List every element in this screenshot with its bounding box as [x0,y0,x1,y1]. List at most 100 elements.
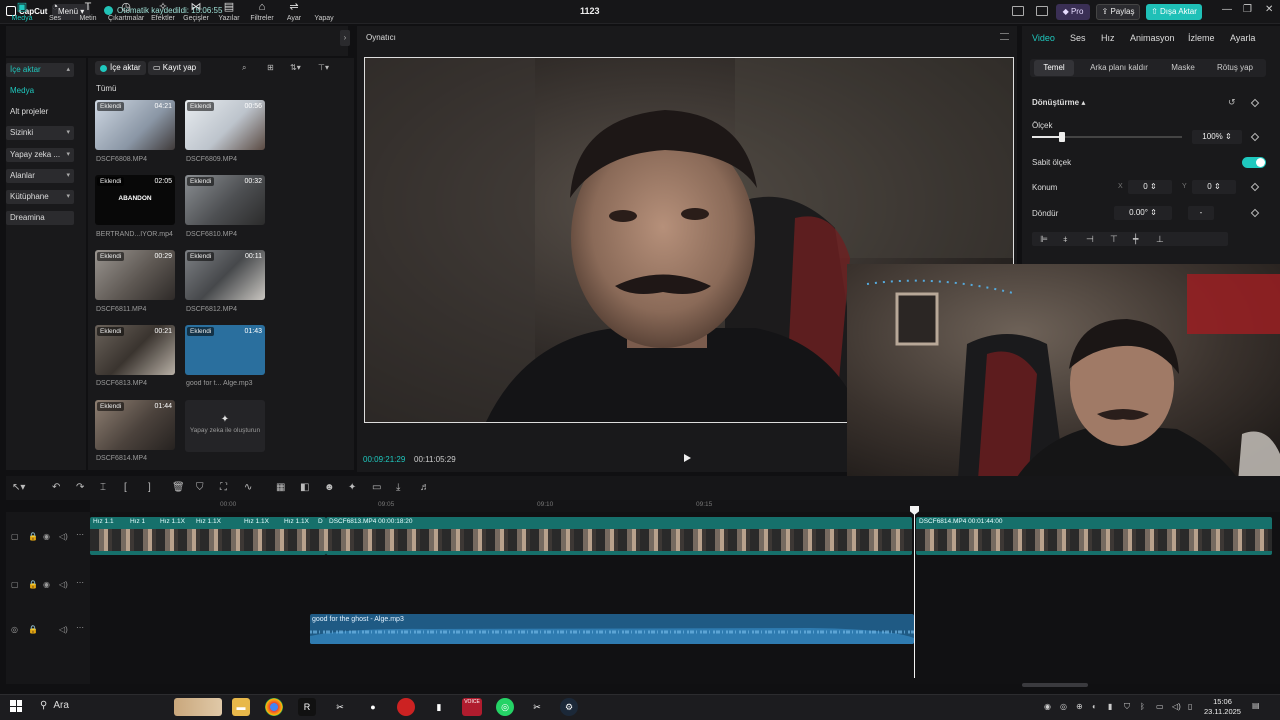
tab-filters[interactable]: ⌂ Filtreler [247,2,277,23]
mute-icon[interactable]: ◁) [59,580,68,589]
project-name[interactable]: 1123 [580,6,600,16]
export-button[interactable]: ⇧ Dışa Aktar [1146,4,1202,20]
marker-icon[interactable]: ⛉ [196,482,204,493]
media-item[interactable]: Eklendi 00:56 [185,100,265,150]
uniform-scale-toggle[interactable] [1242,157,1266,168]
ai-generate-button[interactable]: ✦ Yapay zeka ile oluşturun [185,400,265,452]
subtab-retouch[interactable]: Rötuş yap [1210,60,1260,76]
tab-animation[interactable]: Animasyon [1130,33,1175,43]
tab-tracking[interactable]: İzleme [1188,33,1215,43]
mirror-icon[interactable]: ◧ [300,482,309,493]
view-toggle-icon[interactable]: ⊞ [267,63,274,72]
rotate-flip-button[interactable]: - [1188,206,1214,220]
ai-audio-icon[interactable]: ♬ [420,482,430,493]
pro-button[interactable]: ◆ Pro [1056,4,1090,20]
shortcut-icon[interactable] [1036,6,1048,16]
align-center-v-icon[interactable]: ┿ [1133,234,1138,245]
media-item[interactable]: Eklendi 00:32 [185,175,265,225]
nav-yours[interactable]: Sizinki ▾ [6,126,74,140]
search-icon[interactable]: ⌕ [242,63,246,73]
split-icon[interactable]: ⌶ [100,482,106,493]
magic-icon[interactable]: ✦ [348,482,356,493]
scale-slider-handle[interactable] [1059,132,1065,142]
tray-icon[interactable]: ◐ [1092,702,1097,711]
maximize-icon[interactable]: ❐ [1243,4,1252,15]
bluetooth-icon[interactable]: ᛒ [1140,702,1145,711]
timeline-scrollbar[interactable] [1022,683,1088,687]
redo-icon[interactable]: ↷ [76,482,84,493]
close-icon[interactable]: ✕ [1265,4,1273,15]
nav-media[interactable]: Medya [6,84,74,98]
nav-dreamina[interactable]: Dreamina [6,211,74,225]
record-button[interactable]: ▭ Kayıt yap [148,61,202,75]
align-top-icon[interactable]: ⊤ [1110,234,1118,245]
media-item-audio[interactable]: Eklendi 01:43 [185,325,265,375]
notification-icon[interactable]: ▤ [1252,701,1260,710]
mic-stand-icon[interactable]: ▮ [430,698,448,716]
delete-icon[interactable]: 🗑 [172,482,185,493]
media-item[interactable]: Eklendi 00:11 [185,250,265,300]
media-item[interactable]: Eklendi 04:21 [95,100,175,150]
filter-icon[interactable]: ⊤▾ [318,63,329,72]
media-item[interactable]: Eklendi 01:44 [95,400,175,450]
capcut-icon[interactable]: ✂ [528,698,546,716]
undo-icon[interactable]: ↶ [52,482,60,493]
layout-icon[interactable] [1012,6,1024,16]
share-button[interactable]: ⇪ Paylaş [1096,4,1140,20]
tab-audio-props[interactable]: Ses [1070,33,1086,43]
nav-library[interactable]: Kütüphane ▾ [6,190,74,204]
media-item[interactable]: Eklendi 02:05 ABANDON [95,175,175,225]
tray-icon[interactable]: ⊕ [1076,702,1083,711]
pos-x-field[interactable]: 0 ⇕ [1128,180,1172,194]
chrome-icon[interactable] [265,698,283,716]
tab-captions[interactable]: ▤ Yazılar [214,2,244,23]
mute-icon[interactable]: ◁) [59,532,68,541]
more-icon[interactable]: ⋯ [76,623,84,632]
person-icon[interactable]: ☻ [324,482,335,493]
steam-icon[interactable]: ⚙ [560,698,578,716]
lock-icon[interactable]: 🔒 [28,532,38,541]
split-right-icon[interactable]: ] [148,482,151,493]
more-icon[interactable]: ⋯ [76,578,84,587]
eye-icon[interactable]: ◉ [43,580,50,589]
tray-icon[interactable]: ◎ [1060,702,1067,711]
minimize-icon[interactable]: — [1222,4,1232,15]
timeline-ruler[interactable] [90,500,1280,512]
mic-app-icon[interactable]: ● [364,698,382,716]
playhead[interactable] [914,508,915,678]
tab-text[interactable]: T Metin [73,2,103,23]
lock-icon[interactable]: 🔒 [28,580,38,589]
caption-icon[interactable]: ▭ [372,482,381,493]
volume-icon[interactable]: ◁) [1172,702,1181,711]
tab-audio[interactable]: ◔ Ses [40,2,70,23]
widgets-icon[interactable] [174,698,222,716]
security-icon[interactable]: ⛉ [1124,702,1130,712]
transform-section-title[interactable]: Dönüştürme ▴ [1032,98,1085,107]
taskbar-clock[interactable]: 15:06 23.11.2025 [1204,697,1241,717]
tab-media[interactable]: ▣ Medya [7,2,37,23]
subtab-mask[interactable]: Maske [1164,60,1202,76]
taskbar-search[interactable]: ⚲ Ara [40,700,69,711]
windows-start-icon[interactable] [10,700,22,712]
sort-icon[interactable]: ⇅▾ [290,63,301,72]
media-item[interactable]: Eklendi 00:21 [95,325,175,375]
player-menu-icon[interactable] [1000,33,1009,40]
tab-video[interactable]: Video [1032,33,1055,43]
speed-curve-icon[interactable]: ∿ [244,482,252,493]
import-button[interactable]: İçe aktar [95,61,146,75]
align-bottom-icon[interactable]: ⊥ [1156,234,1164,245]
split-left-icon[interactable]: [ [124,482,127,493]
nav-import[interactable]: İçe aktar ▴ [6,63,74,77]
mic-icon[interactable]: ▮ [1108,702,1112,711]
tab-adjust[interactable]: ⇌ Ayar [279,2,309,23]
tabs-scroll-right-icon[interactable]: › [340,30,350,46]
rotate-field[interactable]: 0.00° ⇕ [1114,206,1172,220]
battery-icon[interactable]: ▯ [1188,702,1192,711]
eye-icon[interactable]: ◉ [43,532,50,541]
tab-ai[interactable]: Yapay [309,2,339,22]
align-right-icon[interactable]: ⊣ [1086,234,1094,245]
roblox-icon[interactable]: R [298,698,316,716]
obs-icon[interactable] [397,698,415,716]
media-item[interactable]: Eklendi 00:29 [95,250,175,300]
tab-adjust-props[interactable]: Ayarla [1230,33,1255,43]
